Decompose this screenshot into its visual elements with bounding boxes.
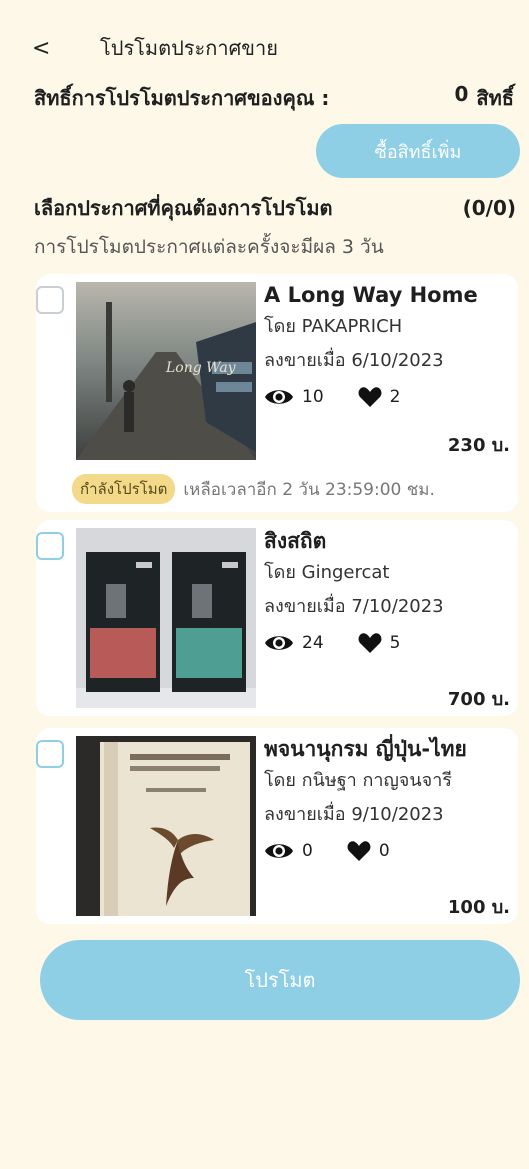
top-bar: < โปรโมตประกาศขาย bbox=[32, 30, 278, 66]
likes-stat: 5 bbox=[358, 632, 401, 654]
likes-count: 5 bbox=[389, 633, 401, 653]
heart-icon bbox=[347, 841, 371, 861]
book-cover bbox=[76, 528, 256, 708]
rights-label: สิทธิ์การโปรโมตประกาศของคุณ : bbox=[34, 86, 330, 110]
listed-date: ลงขายเมื่อ 7/10/2023 bbox=[264, 596, 444, 617]
eye-icon bbox=[265, 390, 293, 404]
listing-info: พจนานุกรม ญี่ปุ่น-ไทย โดย กนิษฐา กาญจนจา… bbox=[264, 734, 516, 870]
buy-more-rights-button[interactable]: ซื้อสิทธิ์เพิ่ม bbox=[316, 124, 520, 178]
likes-count: 2 bbox=[389, 387, 401, 407]
promote-button[interactable]: โปรโมต bbox=[40, 940, 520, 1020]
back-button[interactable]: < bbox=[32, 36, 72, 61]
rights-unit: สิทธิ์ bbox=[476, 86, 514, 110]
book-cover-image bbox=[76, 736, 256, 916]
book-title: สิงสถิต bbox=[264, 529, 327, 553]
rights-value: 0 สิทธิ์ bbox=[454, 82, 514, 114]
promotion-duration-note: การโปรโมตประกาศแต่ละครั้งจะมีผล 3 วัน bbox=[34, 236, 384, 258]
price: 230 บ. bbox=[447, 435, 510, 456]
heart-icon bbox=[358, 633, 382, 653]
book-cover-image: Long Way bbox=[76, 282, 256, 460]
seller-name: โดย Gingercat bbox=[264, 562, 390, 583]
listing-checkbox[interactable] bbox=[36, 286, 64, 314]
listing-stats: 0 0 bbox=[264, 832, 516, 870]
listing-card: Long Way A Long Way Home โดย PAKAPRICH ล… bbox=[36, 274, 518, 512]
chevron-left-icon[interactable]: < bbox=[32, 36, 50, 61]
price: 100 บ. bbox=[447, 897, 510, 918]
views-count: 0 bbox=[302, 841, 313, 861]
heart-icon bbox=[358, 387, 382, 407]
views-count: 24 bbox=[302, 633, 324, 653]
book-title: พจนานุกรม ญี่ปุ่น-ไทย bbox=[264, 737, 467, 761]
eye-icon bbox=[265, 844, 293, 858]
listed-date: ลงขายเมื่อ 9/10/2023 bbox=[264, 804, 444, 825]
listed-date: ลงขายเมื่อ 6/10/2023 bbox=[264, 350, 444, 371]
price: 700 บ. bbox=[447, 689, 510, 710]
listing-info: สิงสถิต โดย Gingercat ลงขายเมื่อ 7/10/20… bbox=[264, 526, 516, 662]
listing-stats: 24 5 bbox=[264, 624, 516, 662]
book-cover bbox=[76, 736, 256, 916]
promotion-rights: สิทธิ์การโปรโมตประกาศของคุณ : 0 สิทธิ์ bbox=[34, 82, 514, 114]
views-count: 10 bbox=[302, 387, 324, 407]
listing-stats: 10 2 bbox=[264, 378, 516, 416]
promoting-badge: กำลังโปรโมต bbox=[72, 474, 176, 504]
likes-stat: 2 bbox=[358, 386, 401, 408]
seller-name: โดย กนิษฐา กาญจนจารี bbox=[264, 770, 452, 791]
likes-count: 0 bbox=[378, 841, 390, 861]
rights-count: 0 bbox=[454, 82, 469, 106]
views-stat: 24 bbox=[264, 632, 324, 654]
selection-header: เลือกประกาศที่คุณต้องการโปรโมต (0/0) bbox=[34, 192, 516, 224]
promotion-time-remaining: เหลือเวลาอีก 2 วัน 23:59:00 ชม. bbox=[183, 479, 435, 500]
listing-card: สิงสถิต โดย Gingercat ลงขายเมื่อ 7/10/20… bbox=[36, 520, 518, 716]
promotion-status: กำลังโปรโมต เหลือเวลาอีก 2 วัน 23:59:00 … bbox=[72, 474, 435, 504]
listing-checkbox[interactable] bbox=[36, 532, 64, 560]
listing-checkbox[interactable] bbox=[36, 740, 64, 768]
svg-text:Long Way: Long Way bbox=[165, 360, 237, 376]
selection-count: (0/0) bbox=[462, 196, 516, 220]
views-stat: 0 bbox=[264, 840, 313, 862]
seller-name: โดย PAKAPRICH bbox=[264, 316, 403, 337]
book-cover: Long Way bbox=[76, 282, 256, 460]
page-title: โปรโมตประกาศขาย bbox=[100, 36, 278, 60]
views-stat: 10 bbox=[264, 386, 324, 408]
listing-card: พจนานุกรม ญี่ปุ่น-ไทย โดย กนิษฐา กาญจนจา… bbox=[36, 728, 518, 924]
eye-icon bbox=[265, 636, 293, 650]
book-cover-image bbox=[76, 528, 256, 708]
book-title: A Long Way Home bbox=[264, 283, 478, 307]
selection-label: เลือกประกาศที่คุณต้องการโปรโมต bbox=[34, 196, 333, 220]
likes-stat: 0 bbox=[347, 840, 390, 862]
listing-info: A Long Way Home โดย PAKAPRICH ลงขายเมื่อ… bbox=[264, 280, 516, 416]
